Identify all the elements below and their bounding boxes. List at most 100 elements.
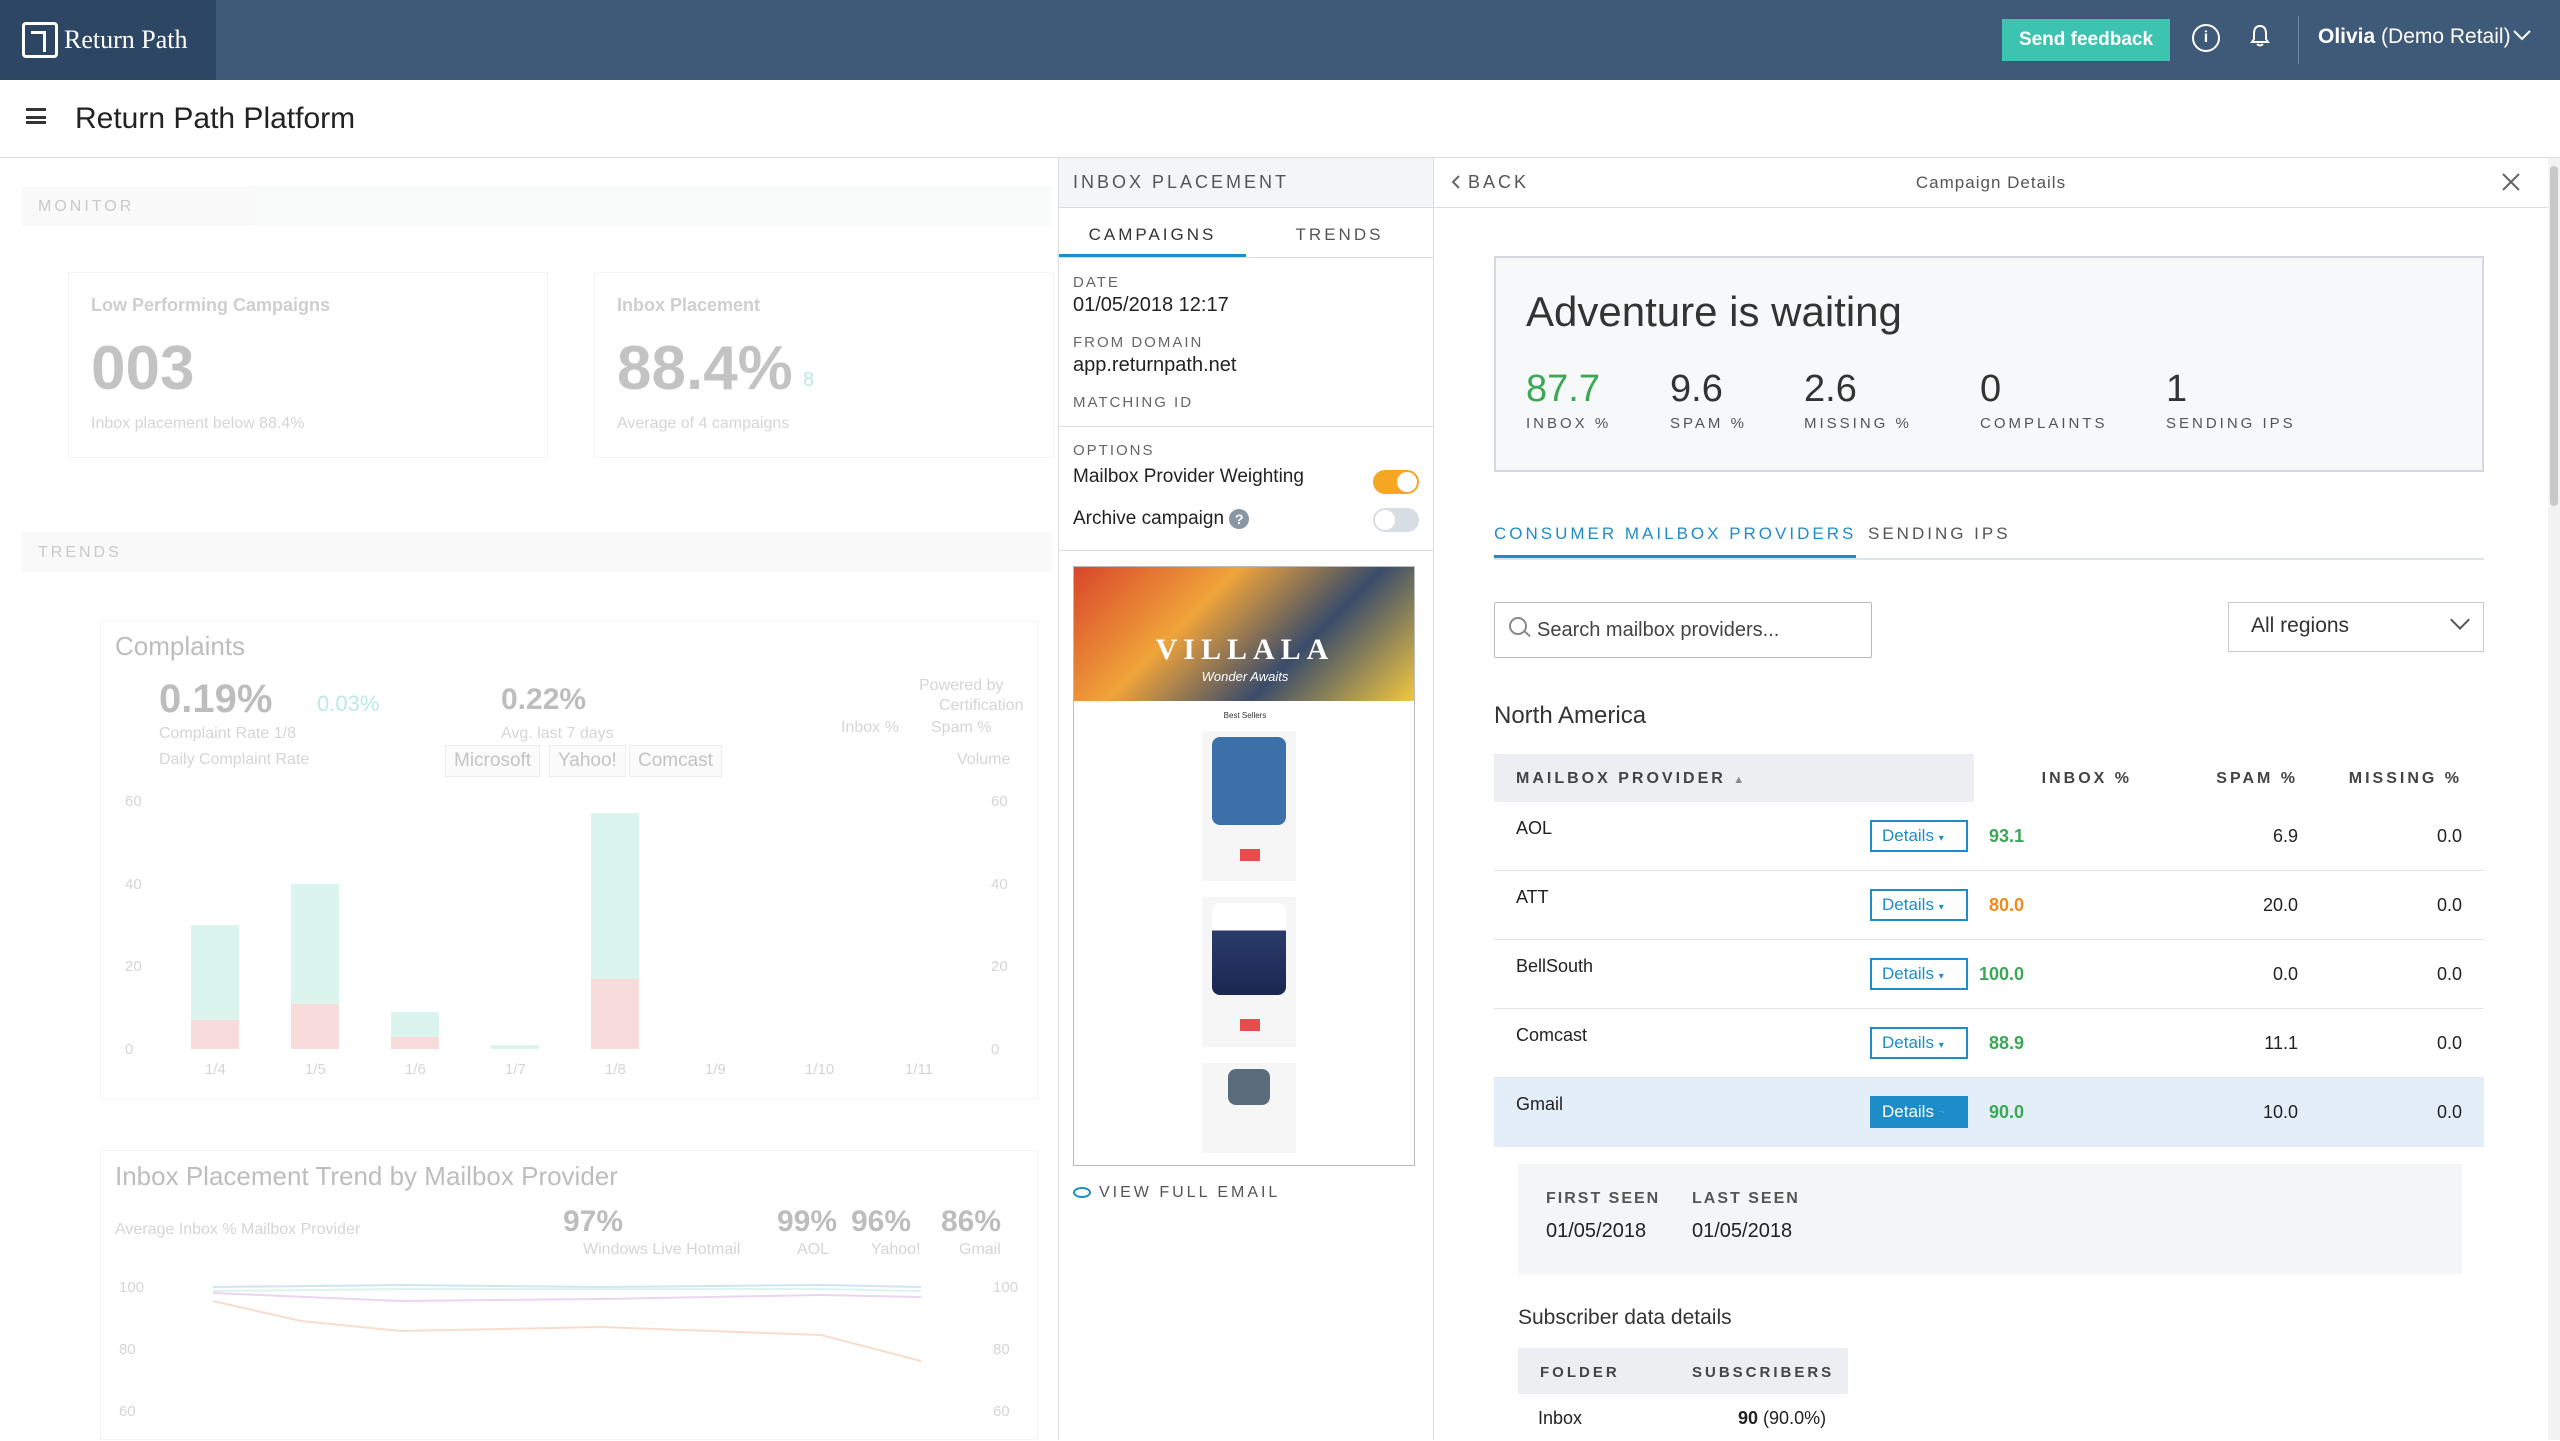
- tab-sending-ips[interactable]: SENDING IPS: [1868, 524, 2011, 555]
- y-tick-label: 40: [125, 875, 142, 893]
- campaign-details-header: BACK Campaign Details: [1434, 158, 2548, 208]
- table-row[interactable]: BellSouth Details ▾ 100.0 0.0 0.0: [1494, 940, 2484, 1009]
- email-preview[interactable]: VILLALA Wonder Awaits Best Sellers: [1073, 566, 1415, 1166]
- campaign-details-title: Campaign Details: [1915, 173, 2067, 192]
- options-label: OPTIONS: [1073, 442, 1155, 459]
- email-best-sellers: Best Sellers: [1223, 711, 1267, 720]
- last-seen-value: 01/05/2018: [1692, 1220, 1793, 1242]
- details-button[interactable]: Details ▾: [1870, 820, 1968, 852]
- details-button[interactable]: Details ▾: [1870, 958, 1968, 990]
- y2-tick-label: 60: [991, 793, 1008, 810]
- table-row[interactable]: AOL Details ▾ 93.1 6.9 0.0: [1494, 802, 2484, 871]
- user-name: Olivia: [2318, 25, 2376, 48]
- date-label: DATE: [1073, 274, 1120, 291]
- spam-bar[interactable]: [391, 1036, 439, 1049]
- price-tag: [1240, 1019, 1260, 1031]
- inbox-placement-card[interactable]: Inbox Placement 88.4% 8 Average of 4 cam…: [594, 272, 1054, 458]
- complaints-chart-card: Complaints 0.19% 0.03% Complaint Rate 1/…: [100, 620, 1038, 1100]
- email-brand: VILLALA: [1155, 633, 1335, 666]
- col-missing[interactable]: MISSING %: [2349, 754, 2462, 802]
- tab-trends[interactable]: TRENDS: [1246, 208, 1433, 257]
- x-tick-label: 1/8: [605, 1061, 626, 1078]
- option-archive: Archive campaign ?: [1073, 508, 1250, 530]
- details-label: Details: [1882, 826, 1934, 845]
- table-row[interactable]: ATT Details ▾ 80.0 20.0 0.0: [1494, 871, 2484, 940]
- provider-name: ATT: [1516, 887, 1549, 907]
- col-mailbox-provider[interactable]: MAILBOX PROVIDER ▲: [1516, 754, 1747, 802]
- chevron-down-icon[interactable]: [2512, 22, 2532, 48]
- divider: [1059, 550, 1435, 551]
- metric-inbox: 87.7 INBOX %: [1526, 368, 1611, 432]
- provider-inbox: 80.0: [1988, 895, 2024, 915]
- provider-spam: 0.0: [2272, 964, 2298, 984]
- scrollbar-thumb[interactable]: [2550, 166, 2558, 506]
- inbox-placement-panel: INBOX PLACEMENT CAMPAIGNS TRENDS DATE 01…: [1058, 158, 1435, 1440]
- hamburger-menu-icon[interactable]: [26, 108, 46, 124]
- region-select-value: All regions: [2251, 614, 2350, 637]
- from-domain-value: app.returnpath.net: [1073, 354, 1237, 376]
- details-button[interactable]: Details ▾: [1870, 889, 1968, 921]
- user-menu[interactable]: Olivia (Demo Retail): [2318, 25, 2511, 49]
- archive-toggle[interactable]: [1373, 508, 1419, 532]
- spam-bar[interactable]: [591, 978, 639, 1049]
- close-icon[interactable]: [2500, 168, 2522, 200]
- details-label: Details: [1882, 964, 1934, 983]
- spam-bar[interactable]: [191, 1020, 239, 1049]
- x-tick-label: 1/9: [705, 1061, 726, 1078]
- search-icon: [1509, 617, 1527, 635]
- low-performing-value: 003: [91, 334, 195, 403]
- view-full-email-label: VIEW FULL EMAIL: [1099, 1184, 1281, 1201]
- background-dashboard: MONITOR Low Performing Campaigns 003 Inb…: [0, 158, 1058, 1440]
- tab-campaigns[interactable]: CAMPAIGNS: [1059, 208, 1246, 257]
- campaign-name: Adventure is waiting: [1526, 288, 1902, 335]
- bell-icon[interactable]: [2246, 24, 2274, 52]
- col-inbox[interactable]: INBOX %: [2042, 754, 2132, 802]
- shirt-image: [1212, 737, 1286, 825]
- trends-section-label: TRENDS: [22, 532, 1052, 572]
- spam-bar[interactable]: [291, 1003, 339, 1049]
- trend-lines: [212, 1283, 922, 1362]
- caret-down-icon: ▾: [1938, 902, 1944, 913]
- campaign-summary-card: Adventure is waiting 87.7 INBOX % 9.6 SPAM…: [1494, 256, 2484, 472]
- metric-missing-label: MISSING %: [1804, 415, 1912, 432]
- send-feedback-button[interactable]: Send feedback: [2002, 19, 2170, 61]
- provider-missing: 0.0: [2436, 895, 2462, 915]
- trend-line-plot: 100 100 80 80 60 60: [101, 1151, 1039, 1441]
- metric-complaints-value: 0: [1980, 368, 2002, 410]
- region-select[interactable]: All regions: [2228, 602, 2484, 652]
- low-performing-card[interactable]: Low Performing Campaigns 003 Inbox place…: [68, 272, 548, 458]
- y2-tick-label: 20: [991, 958, 1008, 976]
- metric-complaints-label: COMPLAINTS: [1980, 415, 2108, 432]
- help-icon[interactable]: ?: [1229, 508, 1250, 529]
- chevron-down-icon: [2450, 610, 2470, 630]
- inbox-placement-tabs: CAMPAIGNS TRENDS: [1059, 208, 1433, 258]
- inbox-bar[interactable]: [491, 1044, 539, 1049]
- metric-missing: 2.6 MISSING %: [1804, 368, 1912, 432]
- provider-missing: 0.0: [2436, 1033, 2462, 1053]
- table-row[interactable]: Comcast Details ▾ 88.9 11.1 0.0: [1494, 1009, 2484, 1078]
- table-row[interactable]: GmailDetails ▾90.010.00.0: [1494, 1078, 2484, 1147]
- details-label: Details: [1882, 1102, 1934, 1121]
- complaints-bar-plot: 60 60 40 40 20 20 0 0 1/4 1/5 1/6 1/7 1/8 1/9 1/10 1/11: [101, 621, 1039, 1101]
- inbox-placement-value: 88.4%: [617, 334, 793, 403]
- weighting-toggle[interactable]: [1373, 470, 1419, 494]
- provider-missing: 0.0: [2436, 826, 2462, 846]
- toggle-knob: [1397, 472, 1417, 492]
- metric-missing-value: 2.6: [1804, 368, 1857, 410]
- low-performing-title: Low Performing Campaigns: [91, 295, 331, 315]
- provider-spam: 20.0: [2262, 895, 2298, 915]
- metric-spam-value: 9.6: [1670, 368, 1723, 410]
- col-spam[interactable]: SPAM %: [2216, 754, 2298, 802]
- tab-consumer-mailbox-providers[interactable]: CONSUMER MAILBOX PROVIDERS: [1494, 524, 1857, 558]
- view-full-email-link[interactable]: VIEW FULL EMAIL: [1073, 1184, 1280, 1202]
- provider-inbox: 88.9: [1988, 1033, 2024, 1053]
- metric-spam-label: SPAM %: [1670, 415, 1747, 432]
- inbox-placement-sub: Average of 4 campaigns: [617, 415, 790, 432]
- brand-logo[interactable]: Return Path: [0, 0, 216, 80]
- sub-header: Return Path Platform: [0, 80, 2560, 158]
- details-button[interactable]: Details ▾: [1870, 1027, 1968, 1059]
- search-input[interactable]: [1537, 603, 1857, 657]
- info-icon[interactable]: i: [2192, 24, 2220, 52]
- metric-inbox-label: INBOX %: [1526, 415, 1612, 432]
- provider-inbox: 90.0: [1988, 1102, 2024, 1122]
